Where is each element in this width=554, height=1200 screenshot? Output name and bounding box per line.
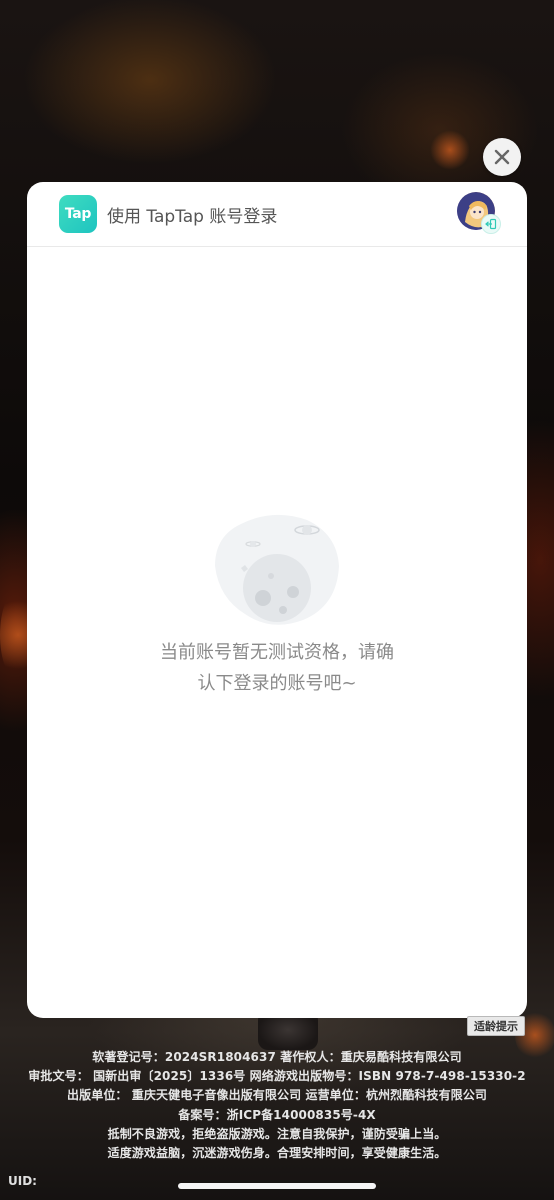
legal-line: 出版单位： 重庆天健电子音像出版有限公司 运营单位：杭州烈酷科技有限公司 xyxy=(67,1088,487,1103)
legal-notice: 软著登记号：2024SR1804637 著作权人：重庆易酷科技有限公司 审批文号… xyxy=(0,1048,554,1163)
legal-line: 备案号：浙ICP备14000835号-4X xyxy=(178,1107,376,1122)
planet-empty-illustration xyxy=(211,510,341,630)
account-switch[interactable] xyxy=(457,192,501,234)
empty-state-message: 当前账号暂无测试资格，请确 认下登录的账号吧~ xyxy=(27,637,527,699)
dialog-title: 使用 TapTap 账号登录 xyxy=(107,207,278,227)
age-rating-tip[interactable]: 适龄提示 xyxy=(467,1016,525,1036)
home-indicator[interactable] xyxy=(178,1183,376,1189)
legal-line: 软著登记号：2024SR1804637 著作权人：重庆易酷科技有限公司 xyxy=(92,1050,462,1064)
legal-line: 适度游戏益脑，沉迷游戏伤身。合理安排时间，享受健康生活。 xyxy=(107,1146,447,1161)
legal-line: 审批文号： 国新出审〔2025〕1336号 网络游戏出版物号：ISBN 978-… xyxy=(28,1069,526,1084)
legal-line: 抵制不良游戏，拒绝盗版游戏。注意自我保护，谨防受骗上当。 xyxy=(107,1126,447,1141)
close-button[interactable] xyxy=(483,138,521,176)
empty-message-line-2: 认下登录的账号吧~ xyxy=(197,673,357,694)
taptap-logo: Tap xyxy=(59,195,97,233)
switch-account-icon xyxy=(481,214,501,234)
taptap-logo-text: Tap xyxy=(64,206,92,222)
empty-message-line-1: 当前账号暂无测试资格，请确 xyxy=(160,642,394,663)
ember-decoration xyxy=(430,130,470,170)
dialog-header: Tap 使用 TapTap 账号登录 xyxy=(27,182,527,247)
uid-label: UID: xyxy=(8,1174,37,1188)
taptap-login-dialog: Tap 使用 TapTap 账号登录 当前账号暂无测试资格，请确 认下登录的账号… xyxy=(27,182,527,1018)
close-icon xyxy=(493,148,511,166)
